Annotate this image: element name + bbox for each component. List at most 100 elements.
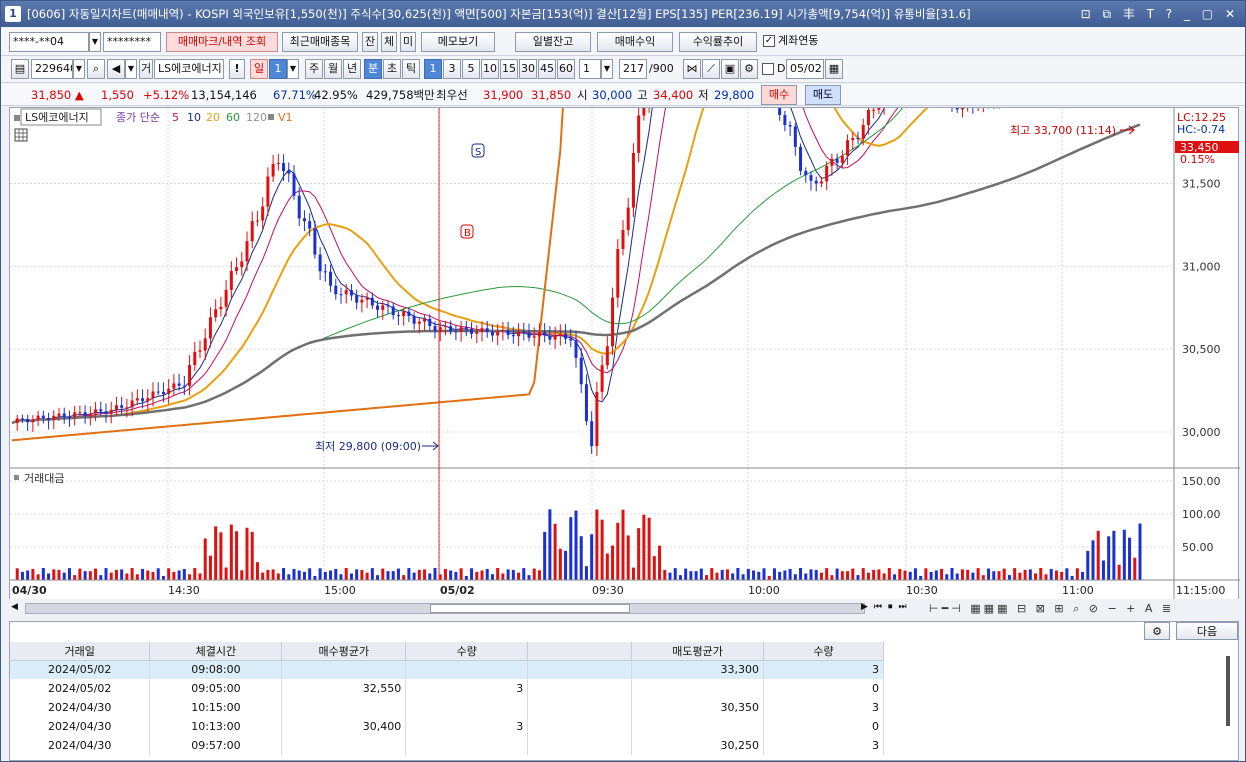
chevron-down-icon[interactable]: ▼ (601, 59, 613, 79)
col-buy-avg[interactable]: 매수평균가 (281, 642, 407, 661)
volume-bar (349, 573, 353, 580)
period-week-button[interactable]: 주 (305, 59, 323, 79)
table-row[interactable]: 2024/05/02 09:08:00 33,300 3 (10, 660, 884, 679)
interval-button[interactable]: 30 (519, 59, 537, 79)
candle-body (318, 254, 322, 272)
balance-button[interactable]: 잔 (362, 32, 378, 52)
mark-lookup-button[interactable]: 매매마크/내역 조회 (166, 32, 278, 52)
candle-body (522, 331, 526, 333)
gear-icon[interactable]: ⚙ (740, 59, 758, 79)
col-exec-time[interactable]: 체결시간 (149, 642, 283, 661)
col-trade-date[interactable]: 거래일 (10, 642, 151, 661)
password-field[interactable]: ******** (103, 32, 161, 52)
period-second-button[interactable]: 초 (383, 59, 401, 79)
chevron-down-icon[interactable]: ▼ (89, 32, 101, 52)
volume-bar (125, 573, 129, 580)
interval-button[interactable]: 60 (557, 59, 575, 79)
chevron-down-icon[interactable]: ▼ (125, 59, 137, 79)
volume-bar (564, 550, 568, 580)
period-month-button[interactable]: 월 (324, 59, 342, 79)
volume-bar (611, 545, 615, 580)
bar-count-input[interactable]: 217 (619, 59, 647, 79)
col-sell-avg[interactable]: 매도평균가 (631, 642, 765, 661)
interval-button[interactable]: 15 (500, 59, 518, 79)
recent-trades-button[interactable]: 최근매매종목 (282, 32, 358, 52)
volume-bar (699, 568, 703, 580)
account-select[interactable]: ****-**04 (9, 32, 89, 52)
table-cell (281, 736, 407, 755)
chevron-down-icon[interactable]: ▼ (73, 59, 85, 79)
geo-button[interactable]: 거 (139, 59, 153, 79)
table-header-row: 거래일 체결시간 매수평균가 수량 매도평균가 수량 (10, 642, 884, 661)
volume-bar (94, 568, 98, 580)
volume-bar (819, 572, 823, 580)
candle-body (83, 412, 87, 416)
chart-menu-icon[interactable]: ▤ (11, 59, 29, 79)
date-input[interactable]: 05/02 (786, 59, 824, 79)
volume-bar (527, 575, 531, 580)
table-row[interactable]: 2024/04/30 10:15:00 30,350 3 (10, 698, 884, 717)
col-buy-qty[interactable]: 수량 (405, 642, 529, 661)
save-icon[interactable]: ▣ (721, 59, 739, 79)
volume-bar (955, 573, 959, 580)
memo-button[interactable]: 메모보기 (421, 32, 495, 52)
search-icon[interactable]: ⌕ (87, 59, 105, 79)
table-row[interactable]: 2024/04/30 10:13:00 30,400 3 0 (10, 717, 884, 736)
col-sell-qty[interactable]: 수량 (763, 642, 884, 661)
period-day-count[interactable]: 1 (269, 59, 287, 79)
candle-body (26, 418, 30, 423)
gear-icon[interactable]: ⚙ (1144, 622, 1170, 640)
interval-button[interactable]: 1 (424, 59, 442, 79)
volume-bar (104, 568, 108, 580)
candle-body (809, 175, 813, 181)
interval-button[interactable]: 45 (538, 59, 556, 79)
alert-button[interactable]: ! (229, 59, 245, 79)
chart-scrollbar-thumb[interactable] (430, 604, 630, 613)
trade-profit-button[interactable]: 매매수익 (597, 32, 673, 52)
period-tick-button[interactable]: 틱 (402, 59, 420, 79)
indicator-icon[interactable]: ⋈ (683, 59, 701, 79)
tool-icon[interactable]: ⟋ (702, 59, 720, 79)
buy-button[interactable]: 매수 (761, 85, 797, 105)
stock-code-input[interactable]: 229640 (31, 59, 73, 79)
candle-body (783, 115, 787, 126)
unexecuted-button[interactable]: 미 (400, 32, 416, 52)
volume-bar (41, 568, 45, 580)
candle-body (224, 289, 228, 307)
date-checkbox[interactable] (762, 63, 774, 75)
candle-body (470, 328, 474, 334)
executed-button[interactable]: 체 (381, 32, 397, 52)
return-trend-button[interactable]: 수익률추이 (679, 32, 757, 52)
table-scrollbar[interactable] (1226, 656, 1230, 726)
next-button[interactable]: 다음 (1176, 622, 1238, 640)
legend-stock-name: LS에코에너지 (25, 111, 89, 124)
speaker-icon[interactable]: ◀ (107, 59, 125, 79)
volume-bar (1060, 571, 1064, 580)
window-controls[interactable]: ⊡ ⧉ 丰 T ? _ ▢ ✕ (1081, 1, 1239, 27)
candle-body (464, 327, 468, 329)
sell-button[interactable]: 매도 (805, 85, 841, 105)
daily-balance-button[interactable]: 일별잔고 (515, 32, 591, 52)
volume-bar (198, 573, 202, 580)
interval-button[interactable]: 5 (462, 59, 480, 79)
interval-button[interactable]: 3 (443, 59, 461, 79)
table-row[interactable]: 2024/04/30 09:57:00 30,250 3 (10, 736, 884, 755)
interval-button[interactable]: 10 (481, 59, 499, 79)
scroll-left-icon[interactable]: ◀ (11, 602, 18, 612)
chevron-down-icon[interactable]: ▼ (287, 59, 299, 79)
chart-area[interactable]: LS에코에너지 종가 단순 5 10 20 60 120 V1 최고 33,70… (9, 107, 1240, 604)
interval-count-input[interactable]: 1 (579, 59, 601, 79)
table-row[interactable]: 2024/05/02 09:05:00 32,550 3 0 (10, 679, 884, 698)
period-year-button[interactable]: 년 (343, 59, 361, 79)
period-minute-button[interactable]: 분 (364, 59, 382, 79)
chart-scrollbar-track[interactable] (25, 603, 865, 614)
volume-bar (684, 568, 688, 580)
playback-controls[interactable]: ▶⏮⏹⏭ (861, 602, 913, 612)
period-day-button[interactable]: 일 (250, 59, 268, 79)
chart-tools-icon[interactable]: ⊢━⊣ ▦▦▦ ⊟ ⊠ ⊞ ⌕ ⊘ − + A ≣ (929, 602, 1174, 616)
calendar-icon[interactable]: ▦ (825, 59, 843, 79)
grid-toggle-icon[interactable] (14, 128, 28, 142)
candle-body (558, 333, 562, 337)
account-link-checkbox[interactable]: ✓ (763, 35, 775, 47)
price-volume-chart[interactable]: LS에코에너지 종가 단순 5 10 20 60 120 V1 최고 33,70… (10, 108, 1240, 604)
